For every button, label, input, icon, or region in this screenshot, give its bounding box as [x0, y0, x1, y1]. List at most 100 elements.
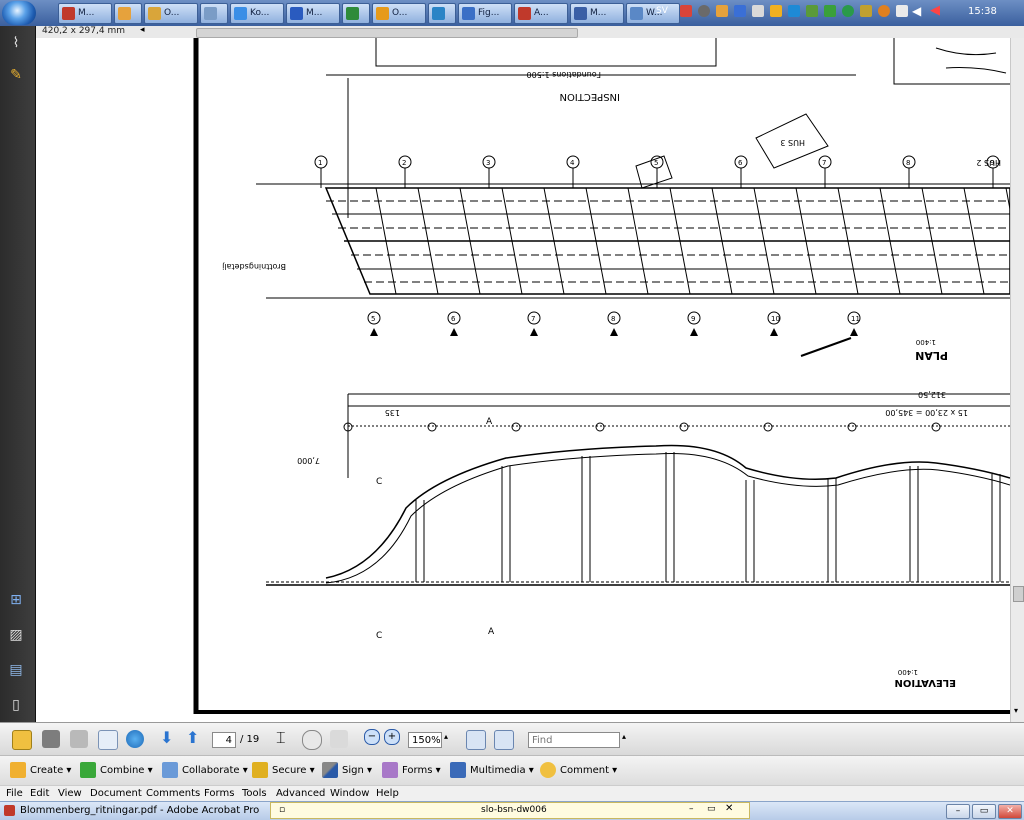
select-tool-icon[interactable]: ⌶: [276, 728, 286, 748]
vertical-scrollbar[interactable]: ▾: [1010, 38, 1024, 722]
taskbar-button[interactable]: O...: [144, 3, 198, 24]
horizontal-scrollbar[interactable]: [196, 28, 578, 38]
menu-tools[interactable]: Tools: [242, 788, 267, 799]
taskbar-button[interactable]: W...: [626, 3, 680, 24]
menu-file[interactable]: File: [6, 788, 23, 799]
zoom-out-icon[interactable]: −: [364, 729, 380, 745]
navigation-pane: ⌇ ✎ ⊞ ▨ ▤ ▯: [0, 26, 36, 722]
maximize-button[interactable]: ▭: [972, 804, 996, 819]
forms-button[interactable]: Forms ▾: [382, 762, 441, 780]
dimension-total: 312,50: [918, 390, 946, 399]
engineering-drawing: INSPECTION Foundations 1:500 1 2 3 4 5 6 7 8 9 10…: [193, 38, 1010, 714]
tray-app-icon[interactable]: [824, 5, 836, 17]
minimize-button[interactable]: –: [946, 804, 970, 819]
tray-app-icon[interactable]: [752, 5, 764, 17]
menu-comments[interactable]: Comments: [146, 788, 200, 799]
menu-edit[interactable]: Edit: [30, 788, 49, 799]
open-folder-icon[interactable]: [12, 730, 32, 750]
web-upload-icon[interactable]: [126, 730, 144, 748]
clock[interactable]: 15:38: [968, 6, 997, 17]
pier-number: 2: [402, 159, 406, 167]
sign-button[interactable]: Sign ▾: [322, 762, 372, 780]
tray-settings-icon[interactable]: [698, 5, 710, 17]
taskbar-button[interactable]: M...: [286, 3, 340, 24]
tray-app-icon[interactable]: [770, 5, 782, 17]
previous-page-icon[interactable]: ⬇: [160, 728, 173, 747]
taskbar-button[interactable]: Ko...: [230, 3, 284, 24]
main-toolbar: ⬇ ⬆ 4 / 19 ⌶ − + 150% ▴ Find ▴: [0, 722, 1024, 756]
taskbar-button[interactable]: M...: [570, 3, 624, 24]
tray-grid-icon[interactable]: [734, 5, 746, 17]
tray-app-icon[interactable]: [806, 5, 818, 17]
next-page-icon[interactable]: ⬆: [186, 728, 199, 747]
tray-app-icon[interactable]: [716, 5, 728, 17]
create-icon: [10, 762, 26, 778]
taskbar-button-label: O...: [164, 8, 180, 18]
menu-view[interactable]: View: [58, 788, 82, 799]
save-icon[interactable]: [70, 730, 88, 748]
email-icon[interactable]: [98, 730, 118, 750]
find-input[interactable]: Find: [528, 732, 620, 748]
pier-number: 10: [771, 315, 780, 323]
language-indicator[interactable]: SV: [656, 6, 668, 16]
attachments-icon[interactable]: ⌇: [6, 34, 26, 52]
layers-icon[interactable]: ▨: [6, 626, 26, 644]
tray-app-icon[interactable]: [842, 5, 854, 17]
taskbar-button[interactable]: [428, 3, 456, 24]
tray-app-icon[interactable]: [896, 5, 908, 17]
building-label: HUS 3: [780, 138, 805, 147]
create-button[interactable]: Create ▾: [10, 762, 71, 780]
taskbar-button[interactable]: [342, 3, 370, 24]
tab-minimize-icon[interactable]: –: [689, 804, 694, 814]
signatures-icon[interactable]: ▯: [6, 696, 26, 714]
pages-icon[interactable]: ▤: [6, 661, 26, 679]
menu-bar: File Edit View Document Comments Forms T…: [0, 785, 1024, 802]
menu-help[interactable]: Help: [376, 788, 399, 799]
comments-icon[interactable]: ✎: [6, 66, 26, 84]
taskbar-button[interactable]: [114, 3, 142, 24]
document-view[interactable]: INSPECTION Foundations 1:500 1 2 3 4 5 6 7 8 9 10…: [36, 38, 1010, 722]
document-tab[interactable]: ▫ slo-bsn-dw006 – ▭ ✕: [270, 802, 750, 819]
fit-page-icon[interactable]: [466, 730, 486, 750]
mute-icon[interactable]: ◀: [930, 3, 940, 18]
multimedia-button[interactable]: Multimedia ▾: [450, 762, 534, 780]
volume-icon[interactable]: ◀: [912, 4, 921, 18]
comment-button[interactable]: Comment ▾: [540, 762, 617, 780]
menu-advanced[interactable]: Advanced: [276, 788, 325, 799]
close-button[interactable]: ✕: [998, 804, 1022, 819]
secure-button[interactable]: Secure ▾: [252, 762, 315, 780]
full-screen-icon[interactable]: [494, 730, 514, 750]
tray-app-icon[interactable]: [878, 5, 890, 17]
taskbar-button[interactable]: M...: [58, 3, 112, 24]
tray-app-icon[interactable]: [860, 5, 872, 17]
menu-forms[interactable]: Forms: [204, 788, 234, 799]
menu-document[interactable]: Document: [90, 788, 142, 799]
tab-close-icon[interactable]: ✕: [725, 803, 733, 814]
comment-bubble-icon: [540, 762, 556, 778]
zoom-in-icon[interactable]: +: [384, 729, 400, 745]
plan-title: PLAN: [915, 349, 948, 362]
vertical-scroll-thumb[interactable]: [1013, 586, 1024, 602]
tray-app-icon[interactable]: [788, 5, 800, 17]
taskbar-button[interactable]: O...: [372, 3, 426, 24]
zoom-level-field[interactable]: 150%: [408, 732, 442, 748]
bookmarks-icon[interactable]: ⊞: [6, 591, 26, 609]
hand-tool-icon[interactable]: [302, 730, 322, 750]
scroll-down-arrow[interactable]: ▾: [1014, 706, 1018, 715]
print-icon[interactable]: [42, 730, 60, 748]
tab-restore-icon[interactable]: ▭: [707, 804, 716, 814]
multimedia-label: Multimedia: [470, 765, 526, 776]
find-dropdown-icon[interactable]: ▴: [622, 732, 626, 741]
tray-app-icon[interactable]: [680, 5, 692, 17]
collaborate-button[interactable]: Collaborate ▾: [162, 762, 248, 780]
taskbar-button[interactable]: Fig...: [458, 3, 512, 24]
menu-window[interactable]: Window: [330, 788, 369, 799]
start-button[interactable]: [2, 1, 36, 25]
zoom-dropdown-icon[interactable]: ▴: [444, 732, 448, 741]
taskbar-button[interactable]: [200, 3, 228, 24]
page-number-input[interactable]: 4: [212, 732, 236, 748]
marquee-zoom-icon[interactable]: [330, 730, 348, 748]
combine-button[interactable]: Combine ▾: [80, 762, 153, 780]
taskbar-button[interactable]: A...: [514, 3, 568, 24]
scroll-left-arrow[interactable]: ◂: [140, 25, 145, 35]
